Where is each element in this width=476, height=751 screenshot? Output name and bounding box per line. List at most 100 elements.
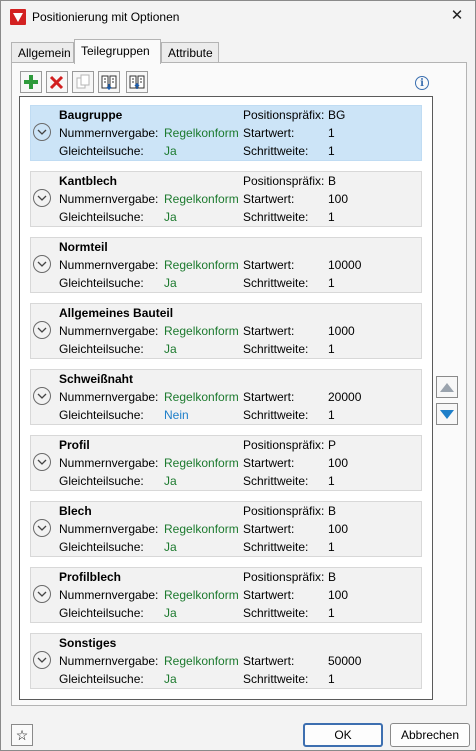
nummernvergabe-label: Nummernvergabe: <box>59 588 159 602</box>
field-label: Startwert: <box>243 654 295 668</box>
nummernvergabe-label: Nummernvergabe: <box>59 324 159 338</box>
field-value: BG <box>328 108 346 122</box>
tab-allgemein[interactable]: Allgemein <box>11 42 74 62</box>
group-list[interactable]: Baugruppe Nummernvergabe: Gleichteilsuche:… <box>19 96 433 700</box>
field-value: 1 <box>328 276 335 290</box>
gleichteilsuche-value[interactable]: Ja <box>164 474 177 488</box>
nummernvergabe-value[interactable]: Regelkonform <box>164 456 239 470</box>
gleichteilsuche-value[interactable]: Ja <box>164 144 177 158</box>
field-label: Schrittweite: <box>243 342 309 356</box>
group-card[interactable]: Blech Nummernvergabe: Gleichteilsuche: Rege… <box>30 501 422 557</box>
field-label: Startwert: <box>243 522 295 536</box>
close-icon[interactable]: ✕ <box>447 6 467 26</box>
move-down-button[interactable] <box>436 403 458 425</box>
chevron-down-icon[interactable] <box>33 321 51 339</box>
field-label: Positionspräfix: <box>243 174 325 188</box>
group-card[interactable]: Kantblech Nummernvergabe: Gleichteilsuche:… <box>30 171 422 227</box>
group-name: Blech <box>59 504 92 518</box>
field-value: 1 <box>328 144 335 158</box>
cancel-button[interactable]: Abbrechen <box>390 723 470 747</box>
field-value: 1 <box>328 126 335 140</box>
group-card[interactable]: Baugruppe Nummernvergabe: Gleichteilsuche:… <box>30 105 422 161</box>
field-label: Schrittweite: <box>243 540 309 554</box>
gleichteilsuche-value[interactable]: Ja <box>164 672 177 686</box>
field-value: 1 <box>328 474 335 488</box>
move-up-button[interactable] <box>436 376 458 398</box>
group-name: Allgemeines Bauteil <box>59 306 174 320</box>
arrow-down-icon <box>440 410 454 419</box>
field-label: Schrittweite: <box>243 474 309 488</box>
group-card[interactable]: Profil Nummernvergabe: Gleichteilsuche: Reg… <box>30 435 422 491</box>
tab-attribute[interactable]: Attribute <box>161 42 219 62</box>
gleichteilsuche-value[interactable]: Ja <box>164 276 177 290</box>
dialog-window: Positionierung mit Optionen ✕ Allgemein … <box>0 0 476 751</box>
copy-button[interactable] <box>72 71 94 93</box>
nummernvergabe-value[interactable]: Regelkonform <box>164 390 239 404</box>
chevron-down-icon[interactable] <box>33 651 51 669</box>
export-icon <box>129 75 145 89</box>
nummernvergabe-value[interactable]: Regelkonform <box>164 654 239 668</box>
field-value: B <box>328 570 337 584</box>
field-label: Schrittweite: <box>243 210 309 224</box>
title-bar: Positionierung mit Optionen ✕ <box>1 1 475 34</box>
nummernvergabe-value[interactable]: Regelkonform <box>164 324 239 338</box>
gleichteilsuche-label: Gleichteilsuche: <box>59 210 144 224</box>
field-value: 1 <box>328 210 335 224</box>
field-value: 100 <box>328 456 349 470</box>
gleichteilsuche-value[interactable]: Nein <box>164 408 189 422</box>
gleichteilsuche-value[interactable]: Ja <box>164 210 177 224</box>
group-name: Normteil <box>59 240 108 254</box>
nummernvergabe-value[interactable]: Regelkonform <box>164 522 239 536</box>
star-icon[interactable]: ☆ <box>11 724 33 746</box>
nummernvergabe-label: Nummernvergabe: <box>59 522 159 536</box>
chevron-down-icon[interactable] <box>33 453 51 471</box>
import-button[interactable] <box>98 71 120 93</box>
field-label: Positionspräfix: <box>243 570 325 584</box>
group-card[interactable]: Schweißnaht Nummernvergabe: Gleichteilsuch… <box>30 369 422 425</box>
field-value: 1 <box>328 540 335 554</box>
add-button[interactable] <box>20 71 42 93</box>
nummernvergabe-label: Nummernvergabe: <box>59 390 159 404</box>
field-label: Startwert: <box>243 258 295 272</box>
nummernvergabe-value[interactable]: Regelkonform <box>164 258 239 272</box>
delete-button[interactable] <box>46 71 68 93</box>
field-label: Startwert: <box>243 390 295 404</box>
group-name: Profilblech <box>59 570 122 584</box>
group-name: Sonstiges <box>59 636 117 650</box>
chevron-down-icon[interactable] <box>33 585 51 603</box>
field-label: Startwert: <box>243 588 295 602</box>
field-value: 1 <box>328 606 335 620</box>
export-button[interactable] <box>126 71 148 93</box>
chevron-down-icon[interactable] <box>33 123 51 141</box>
group-card[interactable]: Sonstiges Nummernvergabe: Gleichteilsuche:… <box>30 633 422 689</box>
chevron-down-icon[interactable] <box>33 189 51 207</box>
field-label: Schrittweite: <box>243 144 309 158</box>
chevron-down-icon[interactable] <box>33 255 51 273</box>
nummernvergabe-value[interactable]: Regelkonform <box>164 192 239 206</box>
field-value: 100 <box>328 522 349 536</box>
tab-teilegruppen[interactable]: Teilegruppen <box>74 39 161 64</box>
info-icon[interactable]: i <box>415 76 429 90</box>
window-title: Positionierung mit Optionen <box>32 10 180 24</box>
group-card[interactable]: Allgemeines Bauteil Nummernvergabe: Gleich… <box>30 303 422 359</box>
gleichteilsuche-label: Gleichteilsuche: <box>59 672 144 686</box>
gleichteilsuche-label: Gleichteilsuche: <box>59 342 144 356</box>
field-label: Schrittweite: <box>243 276 309 290</box>
chevron-down-icon[interactable] <box>33 519 51 537</box>
nummernvergabe-value[interactable]: Regelkonform <box>164 588 239 602</box>
nummernvergabe-label: Nummernvergabe: <box>59 258 159 272</box>
nummernvergabe-value[interactable]: Regelkonform <box>164 126 239 140</box>
gleichteilsuche-label: Gleichteilsuche: <box>59 276 144 290</box>
gleichteilsuche-value[interactable]: Ja <box>164 606 177 620</box>
ok-button[interactable]: OK <box>303 723 383 747</box>
chevron-down-icon[interactable] <box>33 387 51 405</box>
gleichteilsuche-value[interactable]: Ja <box>164 342 177 356</box>
group-card[interactable]: Normteil Nummernvergabe: Gleichteilsuche: R… <box>30 237 422 293</box>
gleichteilsuche-value[interactable]: Ja <box>164 540 177 554</box>
field-value: 100 <box>328 588 349 602</box>
gleichteilsuche-label: Gleichteilsuche: <box>59 408 144 422</box>
app-icon <box>10 9 26 25</box>
field-value: B <box>328 174 337 188</box>
field-label: Schrittweite: <box>243 672 309 686</box>
group-card[interactable]: Profilblech Nummernvergabe: Gleichteilsuch… <box>30 567 422 623</box>
